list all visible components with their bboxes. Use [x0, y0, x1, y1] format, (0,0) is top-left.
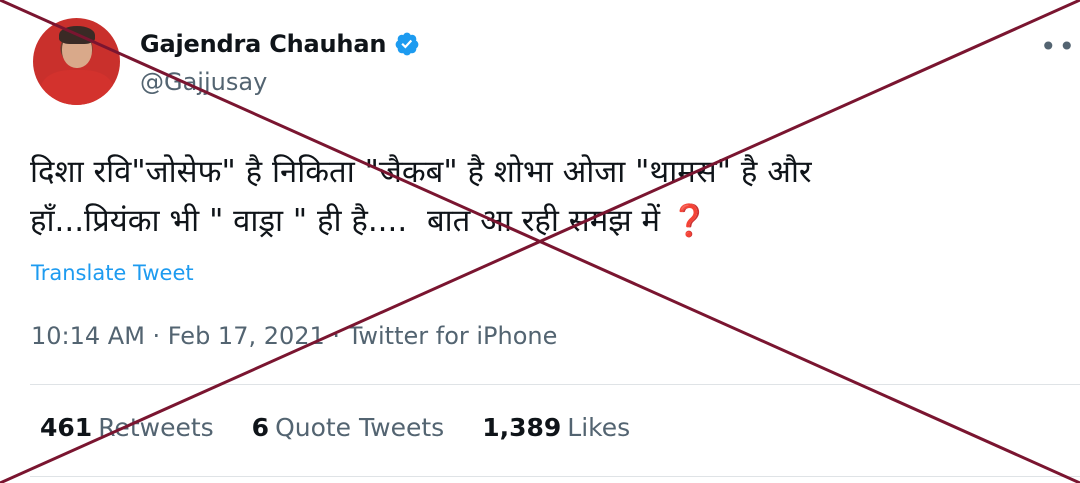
retweets-count: 461: [40, 413, 93, 442]
tweet-text: दिशा रवि"जोसेफ" है निकिता "जैकब" है शोभा…: [30, 148, 1060, 246]
author-name[interactable]: Gajendra Chauhan: [140, 30, 386, 58]
tweet-card: Gajendra Chauhan @Gajjusay ••• दिशा रवि"…: [0, 0, 1080, 483]
avatar-hair: [59, 26, 95, 44]
avatar[interactable]: [33, 18, 120, 105]
divider: [30, 384, 1080, 385]
tweet-text-line-2: हाँ...प्रियंका भी " वाड्रा " ही है.... ब…: [30, 203, 670, 239]
likes-label: Likes: [567, 413, 631, 442]
tweet-timestamp[interactable]: 10:14 AM · Feb 17, 2021 · Twitter for iP…: [31, 322, 557, 350]
tweet-stats: 461 Retweets 6 Quote Tweets 1,389 Likes: [40, 413, 630, 442]
retweets-label: Retweets: [98, 413, 214, 442]
author-name-row[interactable]: Gajendra Chauhan: [140, 30, 420, 58]
verified-badge-icon: [395, 32, 419, 56]
quote-tweets-stat[interactable]: 6 Quote Tweets: [252, 413, 445, 442]
divider: [30, 476, 1080, 477]
question-mark-emoji: ❓: [669, 203, 709, 239]
avatar-body: [41, 70, 113, 105]
translate-tweet-link[interactable]: Translate Tweet: [31, 261, 194, 285]
likes-stat[interactable]: 1,389 Likes: [482, 413, 630, 442]
likes-count: 1,389: [482, 413, 562, 442]
more-horizontal-icon[interactable]: •••: [1040, 30, 1080, 63]
author-handle[interactable]: @Gajjusay: [140, 68, 267, 96]
quote-tweets-count: 6: [251, 413, 270, 442]
retweets-stat[interactable]: 461 Retweets: [40, 413, 214, 442]
tweet-text-line-1: दिशा रवि"जोसेफ" है निकिता "जैकब" है शोभा…: [30, 154, 812, 190]
quote-tweets-label: Quote Tweets: [275, 413, 445, 442]
